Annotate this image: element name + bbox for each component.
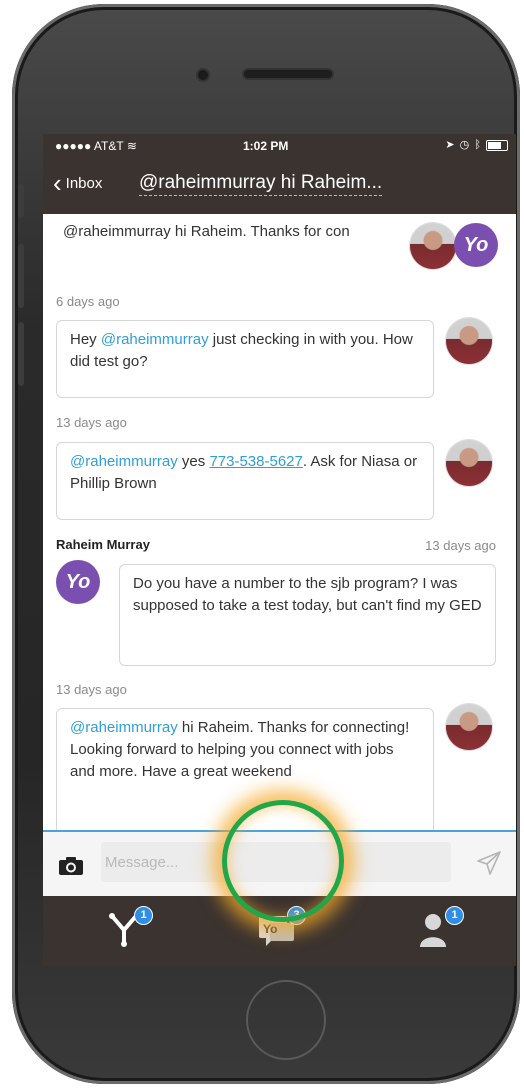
- message-thread[interactable]: @raheimmurray hi Raheim. Thanks for con …: [43, 214, 516, 830]
- clock: 1:02 PM: [243, 139, 289, 153]
- message-bubble[interactable]: Do you have a number to the sjb program?…: [119, 564, 496, 666]
- message-time: 6 days ago: [56, 294, 120, 309]
- battery-icon: [486, 139, 508, 151]
- volume-up-button: [18, 244, 24, 308]
- home-button[interactable]: [246, 980, 326, 1060]
- location-icon: ➤: [445, 139, 456, 151]
- mention-link[interactable]: @raheimmurray: [101, 331, 209, 348]
- message-time: 13 days ago: [56, 682, 127, 697]
- mention-link[interactable]: @raheimmurray: [70, 719, 178, 736]
- message-time: 13 days ago: [425, 538, 496, 553]
- bluetooth-icon: ᛒ: [474, 139, 482, 151]
- wifi-icon: ≋: [126, 139, 137, 153]
- carrier-label: ●●●●● AT&T ≋: [55, 139, 137, 153]
- message-bubble[interactable]: Hey @raheimmurray just checking in with …: [56, 320, 434, 398]
- sender-name: Raheim Murray: [56, 537, 150, 552]
- tab-network[interactable]: 1: [58, 896, 178, 966]
- volume-down-button: [18, 322, 24, 386]
- earpiece-speaker: [244, 70, 332, 78]
- notification-badge: 1: [445, 906, 464, 925]
- status-bar: ●●●●● AT&T ≋ 1:02 PM ➤ ◷ ᛒ: [43, 134, 516, 158]
- avatar: [446, 318, 492, 364]
- message-time: 13 days ago: [56, 415, 127, 430]
- person-icon: [420, 914, 446, 947]
- phone-link[interactable]: 773-538-5627: [209, 453, 302, 470]
- message-prefix: Hey: [70, 331, 101, 348]
- back-chevron-icon: ‹: [53, 168, 62, 198]
- send-icon[interactable]: [476, 850, 502, 876]
- back-label: Inbox: [65, 174, 103, 192]
- navigation-bar: ‹ Inbox @raheimmurray hi Raheim...: [43, 158, 516, 214]
- avatar: [410, 223, 456, 269]
- yo-logo-icon: Yo: [454, 223, 498, 267]
- avatar: [446, 440, 492, 486]
- camera-icon[interactable]: [58, 856, 84, 876]
- message-text: Do you have a number to the sjb program?…: [133, 575, 482, 614]
- tab-profile[interactable]: 1: [383, 896, 503, 966]
- back-button[interactable]: ‹ Inbox: [53, 168, 103, 198]
- thread-preview: @raheimmurray hi Raheim. Thanks for con: [63, 223, 350, 240]
- conversation-title[interactable]: @raheimmurray hi Raheim...: [139, 172, 383, 196]
- avatar: [446, 704, 492, 750]
- front-camera: [198, 70, 208, 80]
- highlight-ring: [222, 800, 344, 922]
- yo-chat-label: Yo: [263, 922, 277, 936]
- message-text: yes: [177, 453, 210, 470]
- alarm-icon: ◷: [459, 139, 471, 151]
- message-bubble[interactable]: @raheimmurray yes 773-538-5627. Ask for …: [56, 442, 434, 520]
- notification-badge: 1: [134, 906, 153, 925]
- mention-link[interactable]: @raheimmurray: [70, 453, 178, 470]
- status-icons: ➤ ◷ ᛒ: [445, 138, 508, 151]
- mute-switch: [18, 184, 24, 218]
- yo-avatar-icon: Yo: [56, 560, 100, 604]
